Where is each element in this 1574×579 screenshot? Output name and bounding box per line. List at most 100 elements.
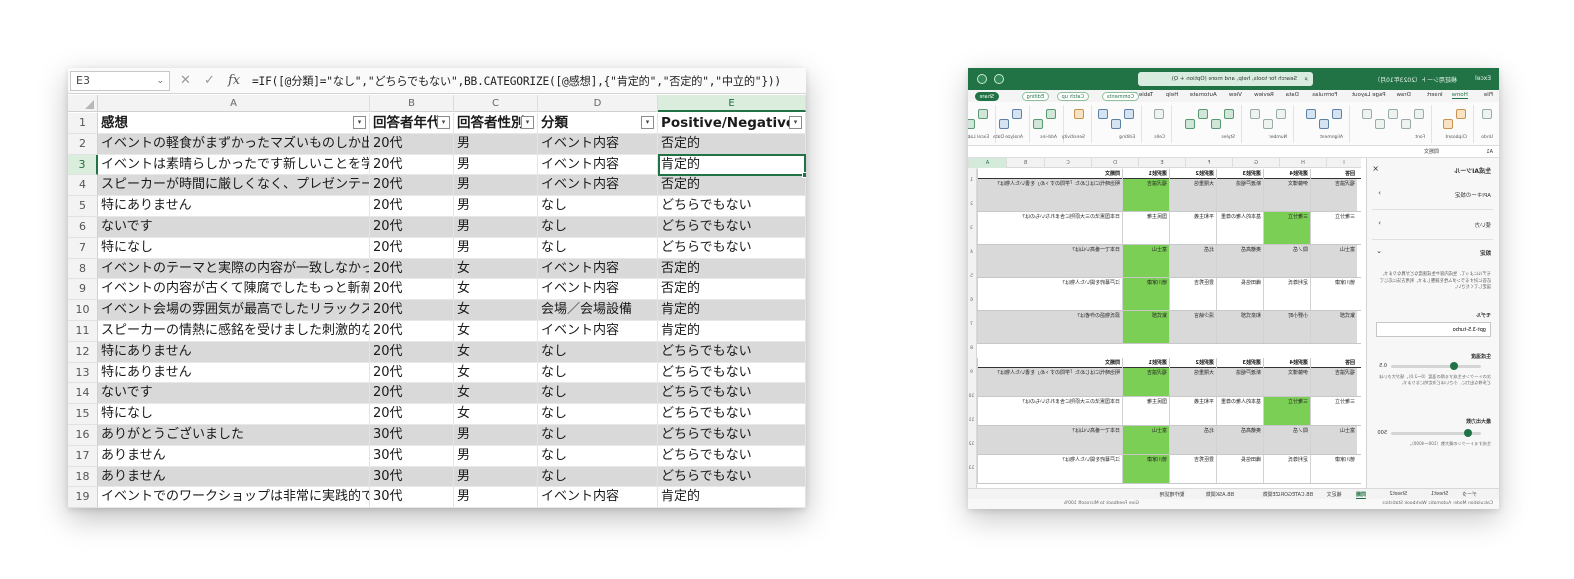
sheet-tab[interactable]: 補足文 — [1327, 491, 1342, 498]
table-cell[interactable]: 紫式部 — [1310, 311, 1357, 343]
table-cell[interactable]: 20代 — [370, 217, 454, 238]
row-number[interactable]: 12 — [968, 442, 976, 447]
model-field[interactable]: gpt-3.5-turbo — [1376, 322, 1491, 337]
ribbon-group-editing[interactable]: Editing — [1091, 105, 1137, 143]
filter-dropdown-icon[interactable]: ▾ — [789, 116, 802, 129]
ribbon-icon[interactable] — [1211, 119, 1221, 129]
cancel-icon[interactable]: ✕ — [180, 72, 191, 90]
table-cell[interactable]: 徳川家康 — [1122, 278, 1169, 310]
table-cell[interactable]: なし — [538, 383, 658, 405]
name-box[interactable]: A1 — [1486, 147, 1493, 158]
close-icon[interactable]: × — [1372, 164, 1379, 173]
ribbon-icon[interactable] — [1362, 109, 1372, 119]
table-cell[interactable]: 徳川家康 — [1122, 455, 1169, 483]
column-header-f[interactable]: F — [1185, 158, 1232, 168]
column-header-e[interactable]: E — [658, 95, 806, 112]
function-icon[interactable]: fx — [228, 72, 240, 90]
header-cell[interactable]: 回答 — [1310, 358, 1357, 368]
table-cell[interactable]: 富士山 — [1310, 245, 1357, 277]
row-number[interactable]: 1 — [968, 178, 976, 183]
table-cell[interactable]: 男 — [454, 175, 538, 197]
table-cell[interactable]: 男 — [454, 445, 538, 467]
table-cell[interactable]: イベント内容 — [538, 487, 658, 508]
table-cell[interactable]: 特にありません — [98, 362, 370, 384]
ribbon-group-analyze-data[interactable]: Analyze Data — [993, 105, 1025, 143]
tab-data[interactable]: Data — [1286, 92, 1299, 98]
ribbon-group-alignment[interactable]: Alignment — [1293, 105, 1345, 143]
formula-input[interactable]: 問題文 — [1424, 147, 1439, 158]
table-cell[interactable]: どちらでもない — [658, 362, 806, 384]
tab-automate[interactable]: Automate — [1190, 92, 1217, 98]
table-cell[interactable]: イベントは素晴らしかったです新しいことを学 — [98, 154, 370, 176]
row-number[interactable]: 19 — [68, 487, 98, 508]
table-cell[interactable]: 肯定的 — [658, 321, 806, 342]
ribbon-icon[interactable] — [1306, 109, 1316, 119]
table-cell[interactable]: 20代 — [370, 362, 454, 384]
table-cell[interactable]: イベント会場の雰囲気が最高でしたリラックス — [98, 300, 370, 321]
column-header-a[interactable]: A — [968, 158, 1006, 168]
ribbon-icon[interactable] — [1443, 119, 1453, 129]
column-header-h[interactable]: H — [1279, 158, 1326, 168]
ribbon-icon[interactable] — [1276, 109, 1286, 119]
table-cell[interactable]: 20代 — [370, 133, 454, 155]
table-cell[interactable]: 日本で一番高い山は？ — [977, 245, 1122, 277]
search-box[interactable]: ⌕ Search for tools, help, and more (Opti… — [1138, 72, 1313, 86]
column-header-b[interactable]: B — [370, 95, 454, 112]
ribbon-icon[interactable] — [1388, 109, 1398, 119]
table-cell[interactable]: なし — [538, 217, 658, 238]
header-cell[interactable]: 選択肢4 — [1263, 169, 1310, 179]
table-cell[interactable]: 否定的 — [658, 279, 806, 301]
tab-file[interactable]: File — [1484, 92, 1493, 98]
table-cell[interactable]: 北岳 — [1169, 245, 1216, 277]
table-cell[interactable]: 否定的 — [658, 133, 806, 155]
sheet-tab[interactable]: 問題 — [1355, 491, 1366, 499]
filter-dropdown-icon[interactable]: ▾ — [437, 116, 450, 129]
table-cell[interactable]: イベントのテーマと実際の内容が一致しなかっ — [98, 258, 370, 280]
pane-section-usage[interactable]: 使い方 › — [1372, 210, 1493, 240]
ribbon-icon[interactable] — [1263, 119, 1273, 129]
table-cell[interactable]: 足利尊氏 — [1263, 278, 1310, 310]
ribbon-icon[interactable] — [1111, 119, 1121, 129]
chevron-down-icon[interactable]: ⌄ — [156, 72, 164, 90]
comments-button[interactable]: Comments — [1101, 92, 1139, 101]
table-cell[interactable]: 30代 — [370, 425, 454, 446]
table-cell[interactable]: ないです — [98, 383, 370, 405]
sheet-tab[interactable]: Sheet2 — [1390, 491, 1408, 497]
table-cell[interactable]: なし — [538, 466, 658, 488]
sheet-tab[interactable]: BB.ASK関数 — [1206, 491, 1234, 498]
row-number[interactable]: 3 — [968, 226, 976, 231]
tab-home[interactable]: Home — [1451, 92, 1468, 99]
table-cell[interactable]: イベントの内容が古くて陳腐でしたもっと斬新 — [98, 279, 370, 301]
table-cell[interactable]: なし — [538, 196, 658, 217]
row-number[interactable]: 6 — [68, 217, 98, 238]
table-cell[interactable]: 20代 — [370, 383, 454, 405]
table-cell[interactable]: どちらでもない — [658, 341, 806, 363]
slider-knob[interactable] — [1450, 362, 1459, 370]
header-cell[interactable]: 回答者性別 ▾ — [454, 113, 538, 134]
row-number[interactable]: 12 — [68, 341, 98, 363]
row-number[interactable]: 2 — [968, 202, 976, 207]
table-cell[interactable]: なし — [538, 445, 658, 467]
row-number[interactable]: 13 — [68, 362, 98, 384]
table-cell[interactable]: 国民主権 — [1122, 397, 1169, 425]
table-cell[interactable]: 平和主義 — [1169, 397, 1216, 425]
tab-view[interactable]: View — [1229, 92, 1242, 98]
column-header-b[interactable]: B — [1006, 158, 1044, 168]
table-cell[interactable]: どちらでもない — [658, 237, 806, 259]
row-number[interactable]: 11 — [968, 418, 976, 423]
tab-help[interactable]: Help — [1166, 92, 1179, 98]
table-cell[interactable]: イベントでのワークショップは非常に実践的で — [98, 487, 370, 508]
tab-page-layout[interactable]: Page Layout — [1352, 92, 1386, 98]
header-cell[interactable]: 問題文 — [977, 169, 1122, 179]
column-header-d[interactable]: D — [1091, 158, 1138, 168]
table-cell[interactable]: どちらでもない — [658, 425, 806, 446]
row-number[interactable]: 6 — [968, 298, 976, 303]
table-cell[interactable]: イベントの軽食がまずかったマズいものしか出 — [98, 133, 370, 155]
table-cell[interactable]: 織田信長 — [1216, 455, 1263, 483]
table-cell[interactable]: 日本国憲法の三大原則に含まれないものは？ — [977, 212, 1122, 244]
sheet-tab[interactable]: BB.CATEGORIZE関数 — [1262, 491, 1313, 498]
table-cell[interactable]: 福沢諭吉 — [1310, 368, 1357, 396]
table-cell[interactable]: 豊臣秀吉 — [1169, 278, 1216, 310]
header-cell[interactable]: 選択肢1 — [1122, 169, 1169, 179]
ribbon-icon[interactable] — [1414, 109, 1424, 119]
